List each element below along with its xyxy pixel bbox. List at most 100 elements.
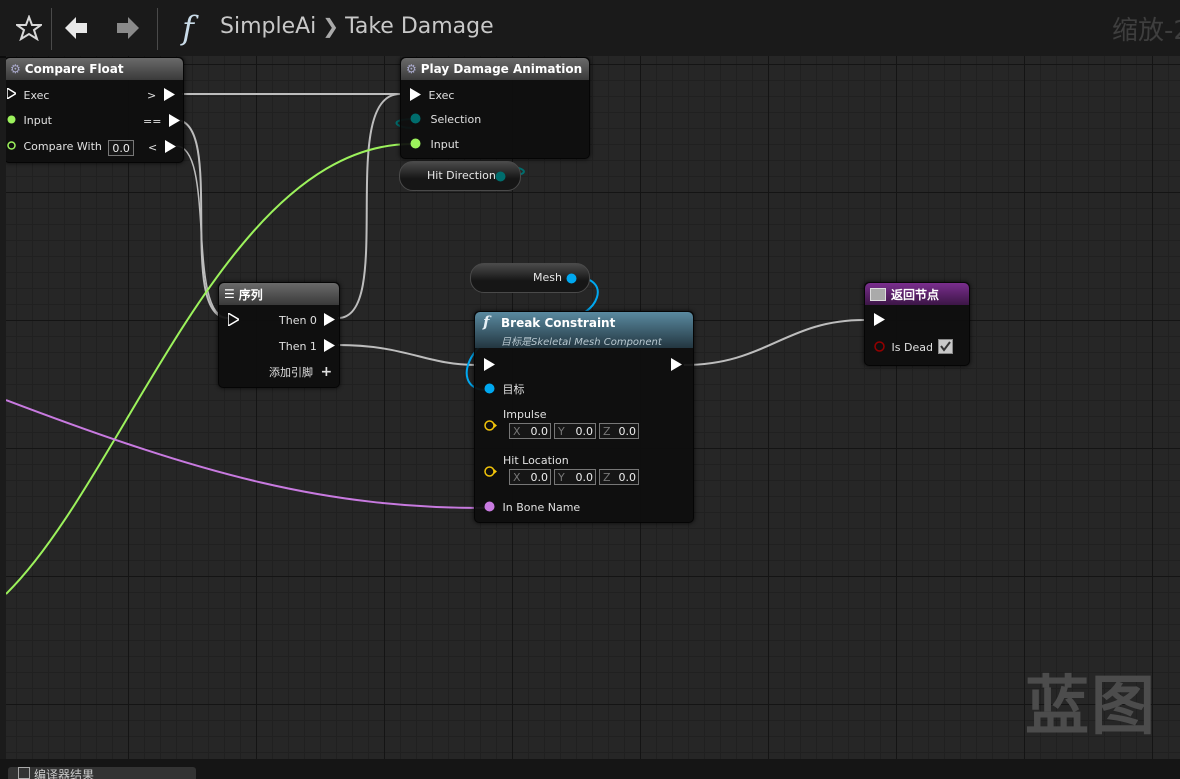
compiler-results-tab[interactable]: 编译器结果 — [8, 767, 196, 779]
compare-float-header[interactable]: ⚙ Compare Float — [6, 58, 183, 80]
blueprint-watermark: 蓝图 — [1025, 670, 1157, 744]
variable-label: Hit Direction — [427, 169, 496, 182]
pin-label: Input — [23, 114, 52, 127]
exec-pin-icon[interactable] — [484, 358, 495, 371]
hit-location-y-field[interactable]: Y 0.0 — [554, 469, 596, 485]
break-constraint-node[interactable]: f Break Constraint 目标是Skeletal Mesh Comp… — [474, 311, 694, 523]
favorite-star-icon[interactable] — [12, 8, 46, 48]
return-icon — [870, 287, 886, 301]
hit-location-x-field[interactable]: X 0.0 — [509, 469, 551, 485]
vector-pin-icon[interactable] — [484, 420, 497, 431]
break-constraint-header[interactable]: f Break Constraint 目标是Skeletal Mesh Comp… — [475, 312, 693, 348]
is-dead-checkbox[interactable] — [938, 339, 954, 354]
exec-pin-icon — [6, 86, 18, 101]
compare-with-field[interactable]: 0.0 — [108, 140, 134, 156]
object-pin-icon — [484, 383, 495, 394]
pin-label: Then 0 — [279, 314, 317, 327]
toolbar: f SimpleAi❯Take Damage 缩放-2 — [0, 0, 1180, 58]
function-icon: f — [182, 9, 194, 47]
pin-greater[interactable]: > — [147, 88, 175, 103]
chevron-right-icon: ❯ — [322, 14, 340, 38]
pin-in-bone-name[interactable]: In Bone Name — [484, 501, 580, 515]
pin-exec-in[interactable]: Exec — [6, 86, 50, 103]
compare-float-node[interactable]: ⚙ Compare Float Exec Input Compare With 0… — [6, 57, 184, 163]
pin-label: 目标 — [502, 383, 525, 396]
pin-exec-in[interactable]: Exec — [410, 88, 454, 103]
object-pin-icon[interactable] — [566, 273, 577, 284]
sequence-title: 序列 — [238, 287, 263, 302]
tab-label: 编译器结果 — [34, 768, 95, 779]
exec-pin-icon — [324, 313, 336, 326]
play-damage-header[interactable]: ⚙ Play Damage Animation — [401, 58, 589, 80]
pin-less[interactable]: < — [148, 140, 176, 155]
exec-pin-icon[interactable] — [874, 313, 885, 326]
exec-pin-icon — [410, 88, 421, 101]
impulse-z-field[interactable]: Z 0.0 — [599, 423, 639, 439]
sequence-icon: ☰ — [224, 287, 235, 301]
add-pin-label: 添加引脚 — [269, 366, 313, 379]
macro-icon: ⚙ — [10, 62, 21, 76]
exec-pin-icon — [324, 339, 336, 352]
pin-label: Compare With — [23, 140, 102, 153]
mesh-variable[interactable]: Mesh — [470, 263, 590, 293]
float-pin-icon — [7, 115, 16, 124]
pin-input[interactable]: Input — [7, 114, 52, 128]
pin-then-0[interactable]: Then 0 — [279, 313, 336, 328]
breadcrumb: SimpleAi ❯ Take Damage — [220, 14, 494, 39]
macro-icon: ⚙ — [406, 62, 417, 76]
enum-pin-icon[interactable] — [495, 171, 506, 182]
add-pin-button[interactable]: 添加引脚 + — [269, 365, 332, 380]
pin-label: Exec — [23, 89, 50, 102]
pin-label: In Bone Name — [502, 501, 581, 514]
pin-target[interactable]: 目标 — [484, 383, 525, 397]
exec-pin-icon[interactable] — [671, 358, 682, 371]
pin-label: > — [147, 89, 157, 102]
bool-pin-icon — [874, 341, 885, 352]
exec-pin-icon — [164, 140, 176, 153]
pin-input[interactable]: Input — [410, 138, 459, 152]
float-pin-icon — [410, 138, 421, 149]
impulse-label: Impulse — [503, 408, 547, 421]
pin-then-1[interactable]: Then 1 — [279, 339, 336, 354]
zoom-label: 缩放-2 — [1112, 16, 1180, 46]
float-pin-icon — [7, 141, 16, 150]
document-icon — [18, 767, 30, 779]
pin-label: == — [143, 115, 162, 128]
pin-label: < — [148, 141, 158, 154]
name-pin-icon — [484, 501, 495, 512]
pin-label: Selection — [430, 113, 482, 126]
pin-is-dead[interactable]: Is Dead — [874, 339, 954, 355]
pin-label: Exec — [428, 89, 455, 102]
function-icon: f — [483, 313, 490, 331]
return-node-header[interactable]: 返回节点 — [865, 283, 969, 305]
variable-label: Mesh — [533, 271, 562, 284]
pin-equal[interactable]: == — [143, 114, 180, 129]
impulse-y-field[interactable]: Y 0.0 — [554, 423, 596, 439]
return-node[interactable]: 返回节点 Is Dead — [864, 282, 970, 366]
breadcrumb-function[interactable]: Take Damage — [345, 14, 494, 39]
plus-icon: + — [320, 364, 333, 380]
pin-compare-with[interactable]: Compare With 0.0 — [7, 138, 134, 156]
impulse-x-field[interactable]: X 0.0 — [509, 423, 551, 439]
sequence-header[interactable]: ☰ 序列 — [219, 283, 339, 305]
return-node-title: 返回节点 — [891, 287, 940, 302]
hit-location-label: Hit Location — [503, 454, 569, 467]
break-constraint-subtitle: 目标是Skeletal Mesh Component — [501, 337, 662, 348]
compare-float-title: Compare Float — [24, 62, 124, 76]
pin-selection[interactable]: Selection — [410, 113, 481, 127]
break-constraint-title: Break Constraint — [501, 316, 616, 330]
exec-pin-icon — [163, 88, 175, 101]
vector-pin-icon[interactable] — [484, 466, 497, 477]
sequence-node[interactable]: ☰ 序列 Then 0 Then 1 添加引脚 + — [218, 282, 340, 388]
play-damage-animation-node[interactable]: ⚙ Play Damage Animation Exec Selection In… — [400, 57, 590, 159]
enum-pin-icon — [410, 113, 421, 124]
back-arrow-icon[interactable] — [60, 8, 92, 48]
pin-label: Input — [430, 138, 459, 151]
exec-pin-icon — [168, 114, 180, 127]
exec-pin-icon[interactable] — [228, 313, 239, 326]
hit-location-z-field[interactable]: Z 0.0 — [599, 469, 639, 485]
forward-arrow-icon[interactable] — [112, 8, 144, 48]
breadcrumb-blueprint[interactable]: SimpleAi — [220, 14, 316, 39]
graph-canvas[interactable]: ⚙ Compare Float Exec Input Compare With 0… — [6, 56, 1180, 759]
hit-direction-variable[interactable]: Hit Direction — [399, 161, 521, 191]
